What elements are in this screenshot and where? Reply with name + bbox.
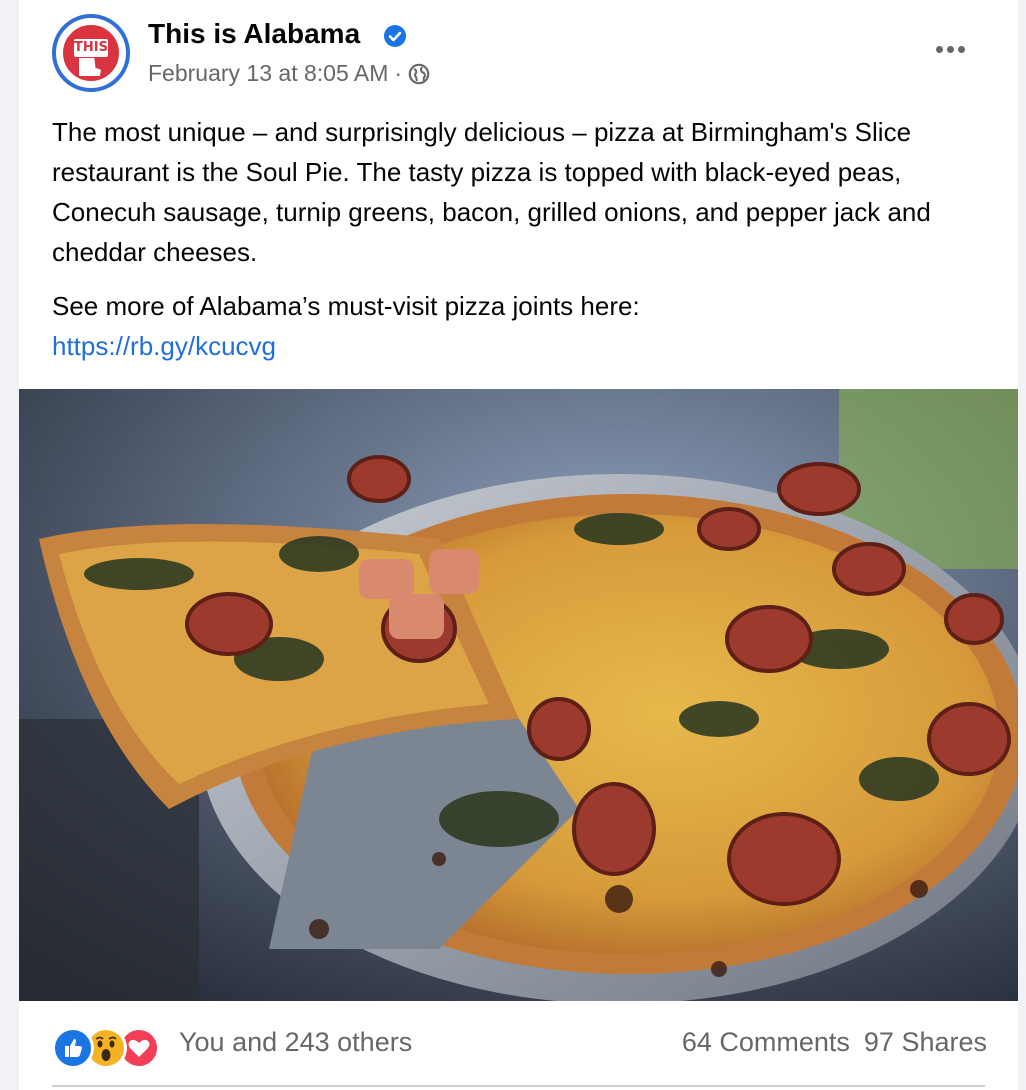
engagement-counts: 64 Comments 97 Shares xyxy=(682,1027,987,1058)
page-name-link[interactable]: This is Alabama xyxy=(148,18,360,50)
more-dot xyxy=(946,45,954,53)
pizza-photo-image xyxy=(19,389,1018,1001)
verified-badge-icon xyxy=(384,25,406,47)
more-options-icon[interactable] xyxy=(929,34,971,64)
post-timestamp[interactable]: February 13 at 8:05 AM xyxy=(148,60,388,87)
post-footer: You and 243 others 64 Comments 97 Shares xyxy=(19,1001,1018,1090)
shares-count[interactable]: 97 Shares xyxy=(864,1027,987,1058)
meta-separator: · xyxy=(394,60,403,86)
more-dot xyxy=(957,45,965,53)
see-more-text: See more of Alabama’s must-visit pizza j… xyxy=(52,291,640,321)
comments-count[interactable]: 64 Comments xyxy=(682,1027,850,1058)
alabama-state-shape-icon xyxy=(79,58,101,76)
reaction-icons[interactable] xyxy=(52,1027,164,1069)
footer-divider xyxy=(52,1085,985,1087)
post-text: The most unique – and surprisingly delic… xyxy=(52,112,982,366)
page-avatar[interactable]: THIS. xyxy=(52,14,130,92)
reactions-summary[interactable]: You and 243 others xyxy=(179,1027,412,1058)
avatar-logo-text: THIS. xyxy=(74,39,113,57)
post-meta: February 13 at 8:05 AM · xyxy=(148,60,430,87)
post-header: THIS. This is Alabama February 13 at 8:0… xyxy=(19,0,1018,110)
more-dot xyxy=(935,45,943,53)
globe-icon[interactable] xyxy=(408,63,430,85)
post-see-more-paragraph: See more of Alabama’s must-visit pizza j… xyxy=(52,286,982,366)
like-reaction-icon xyxy=(52,1027,94,1069)
post-photo[interactable] xyxy=(19,389,1018,1001)
post-link[interactable]: https://rb.gy/kcucvg xyxy=(52,326,982,366)
post-card: THIS. This is Alabama February 13 at 8:0… xyxy=(19,0,1018,1090)
avatar-logo: THIS. xyxy=(60,22,122,84)
post-body-paragraph: The most unique – and surprisingly delic… xyxy=(52,117,931,267)
